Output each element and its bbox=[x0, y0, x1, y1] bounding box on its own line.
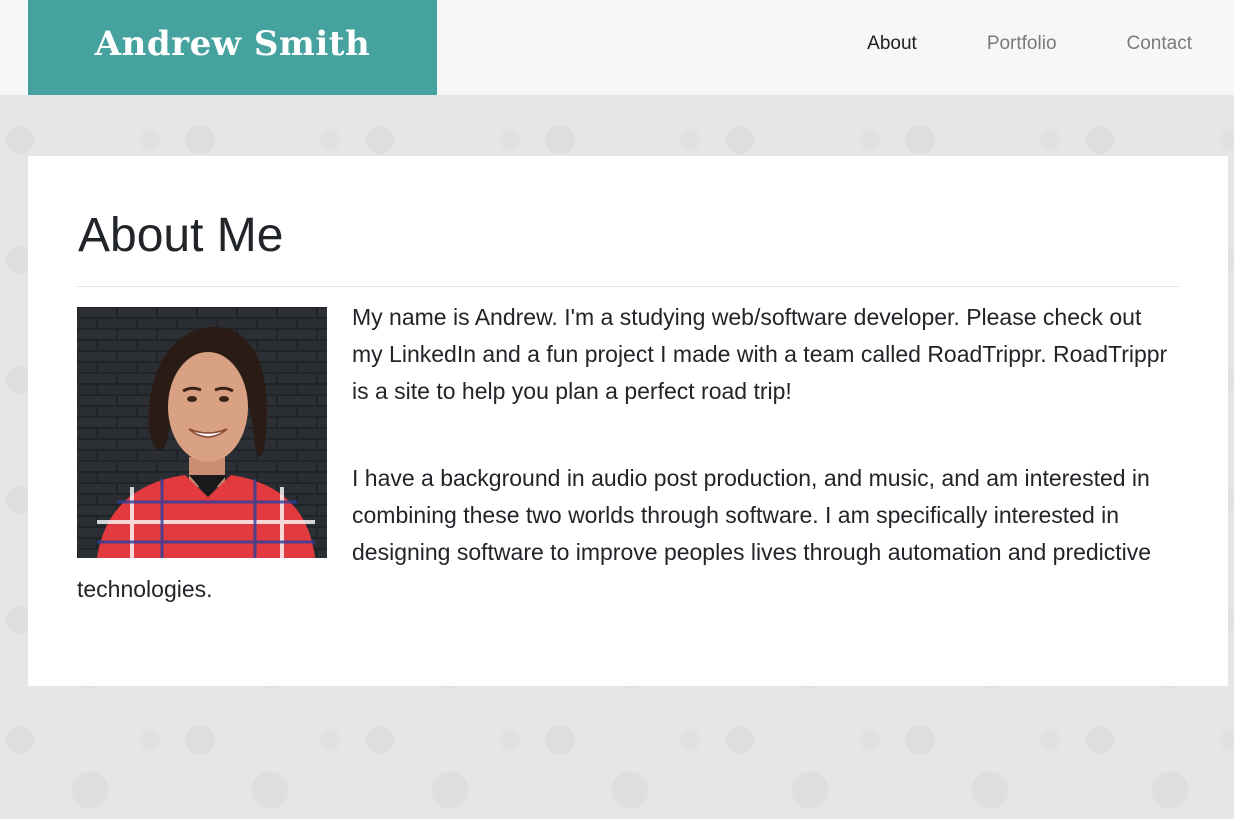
nav-link-contact[interactable]: Contact bbox=[1127, 33, 1192, 55]
nav-links: About Portfolio Contact bbox=[797, 0, 1192, 88]
title-divider bbox=[77, 286, 1179, 287]
nav-link-about[interactable]: About bbox=[867, 33, 917, 55]
about-paragraph-1: My name is Andrew. I'm a studying web/so… bbox=[352, 304, 1168, 404]
brand-title[interactable]: Andrew Smith bbox=[28, 0, 437, 95]
nav-link-portfolio[interactable]: Portfolio bbox=[987, 33, 1057, 55]
navbar: Andrew Smith About Portfolio Contact bbox=[0, 0, 1234, 95]
about-content: My name is Andrew. I'm a studying web/so… bbox=[77, 304, 1177, 666]
about-paragraph-2: I have a background in audio post produc… bbox=[77, 465, 1152, 602]
page-title: About Me bbox=[78, 209, 284, 262]
about-card: About Me My name is Andrew. I'm a studyi… bbox=[28, 156, 1228, 686]
